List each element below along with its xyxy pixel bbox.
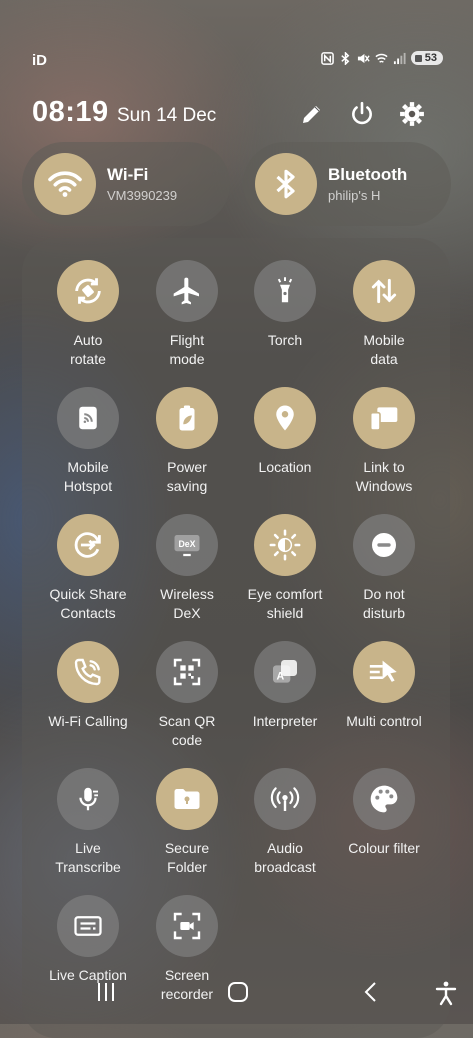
tile-label: Auto rotate [70, 332, 106, 367]
tile-label: Link to Windows [355, 459, 413, 494]
tile-label: Flight mode [169, 332, 205, 367]
qr-scan-icon [156, 641, 218, 703]
tile-location-pin[interactable]: Location [235, 387, 335, 477]
tile-label: Live Transcribe [55, 840, 121, 875]
do-not-disturb-icon [353, 514, 415, 576]
tile-label: Wi-Fi Calling [48, 713, 128, 729]
mobile-data-icon [353, 260, 415, 322]
airplane-icon [156, 260, 218, 322]
tile-hotspot[interactable]: Mobile Hotspot [38, 387, 138, 496]
tile-label: Torch [267, 332, 303, 348]
tile-label: Eye comfort shield [247, 586, 323, 621]
svg-text:A: A [276, 670, 284, 682]
interpreter-icon: A [254, 641, 316, 703]
tile-label: Power saving [166, 459, 208, 494]
tile-live-caption[interactable]: Live Caption [38, 895, 138, 985]
tile-label: Wireless DeX [160, 586, 214, 621]
screen-recorder-icon [156, 895, 218, 957]
tile-label: Secure Folder [164, 840, 210, 875]
tile-torch[interactable]: Torch [235, 260, 335, 350]
multi-control-icon [353, 641, 415, 703]
tile-secure-folder[interactable]: Secure Folder [137, 768, 237, 877]
location-pin-icon [254, 387, 316, 449]
svg-text:DeX: DeX [178, 539, 195, 549]
tile-wifi-calling[interactable]: Wi-Fi Calling [38, 641, 138, 731]
tile-dex[interactable]: DeX Wireless DeX [137, 514, 237, 623]
tile-multi-control[interactable]: Multi control [334, 641, 434, 731]
tile-label: Location [258, 459, 312, 475]
tile-link-windows[interactable]: Link to Windows [334, 387, 434, 496]
tile-grid: Auto rotate Flight mode Torch Mobile data Mo… [0, 0, 473, 1024]
home-button[interactable] [226, 980, 250, 1014]
tile-do-not-disturb[interactable]: Do not disturb [334, 514, 434, 623]
tile-label: Do not disturb [362, 586, 406, 621]
torch-icon [254, 260, 316, 322]
back-button[interactable] [359, 980, 383, 1014]
link-windows-icon [353, 387, 415, 449]
tile-eye-comfort[interactable]: Eye comfort shield [235, 514, 335, 623]
tile-label: Live Caption [49, 967, 127, 983]
tile-label: Audio broadcast [254, 840, 316, 875]
tile-mobile-data[interactable]: Mobile data [334, 260, 434, 369]
tile-label: Colour filter [348, 840, 420, 856]
eye-comfort-icon [254, 514, 316, 576]
tile-colour-filter[interactable]: Colour filter [334, 768, 434, 858]
tile-airplane[interactable]: Flight mode [137, 260, 237, 369]
battery-leaf-icon [156, 387, 218, 449]
audio-broadcast-icon [254, 768, 316, 830]
tile-label: Mobile Hotspot [63, 459, 113, 494]
wifi-calling-icon [57, 641, 119, 703]
tile-battery-leaf[interactable]: Power saving [137, 387, 237, 496]
tile-quick-share[interactable]: Quick Share Contacts [38, 514, 138, 623]
live-caption-icon [57, 895, 119, 957]
tile-label: Multi control [346, 713, 422, 729]
tile-screen-recorder[interactable]: Screen recorder [137, 895, 237, 1004]
live-transcribe-icon [57, 768, 119, 830]
tile-qr-scan[interactable]: Scan QR code [137, 641, 237, 750]
colour-filter-icon [353, 768, 415, 830]
tile-audio-broadcast[interactable]: Audio broadcast [235, 768, 335, 877]
tile-label: Interpreter [252, 713, 318, 729]
tile-label: Scan QR code [158, 713, 216, 748]
tile-live-transcribe[interactable]: Live Transcribe [38, 768, 138, 877]
quick-share-icon [57, 514, 119, 576]
tile-label: Quick Share Contacts [49, 586, 127, 621]
dex-icon: DeX [156, 514, 218, 576]
auto-rotate-icon [57, 260, 119, 322]
tile-auto-rotate[interactable]: Auto rotate [38, 260, 138, 369]
accessibility-icon[interactable] [434, 980, 458, 1014]
recent-apps-button[interactable] [94, 980, 118, 1014]
tile-label: Mobile data [363, 332, 405, 367]
tile-interpreter[interactable]: A Interpreter [235, 641, 335, 731]
hotspot-icon [57, 387, 119, 449]
secure-folder-icon [156, 768, 218, 830]
